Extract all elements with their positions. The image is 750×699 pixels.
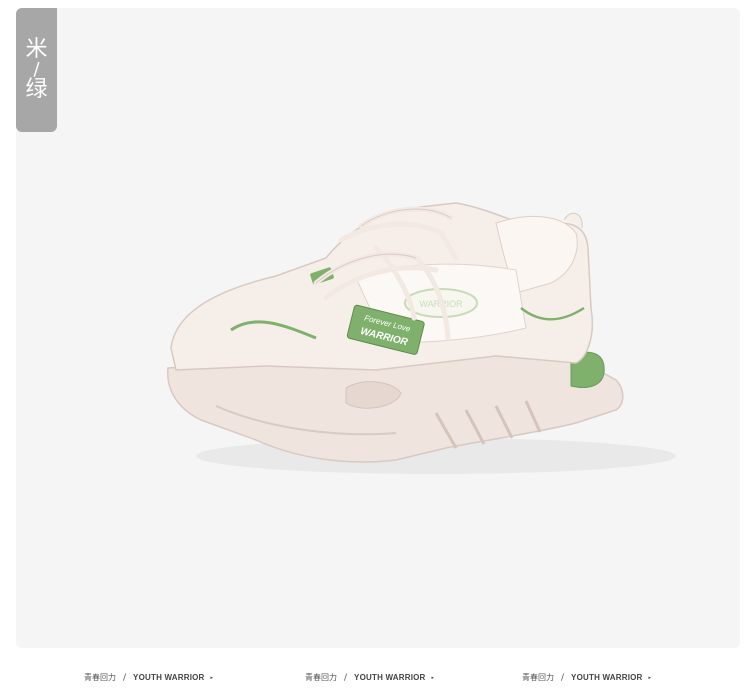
product-photo: WARRIOR Forever Love WARRIOR [16,8,740,648]
color-variant-tag: 米 / 绿 [16,8,57,132]
footer-brand-en: YOUTH WARRIOR [354,673,426,682]
brand-footer: 青春回力 / YOUTH WARRIOR ▸ 青春回力 / YOUTH WARR… [0,672,750,692]
footer-brand-cn: 青春回力 [522,673,554,682]
footer-brand-item: 青春回力 / YOUTH WARRIOR ▸ [84,672,213,683]
footer-brand-cn: 青春回力 [305,673,337,682]
footer-separator: / [123,672,127,683]
footer-brand-en: YOUTH WARRIOR [571,673,643,682]
arrow-icon: ▸ [210,674,214,681]
footer-separator: / [344,672,348,683]
arrow-icon: ▸ [648,674,652,681]
footer-brand-item: 青春回力 / YOUTH WARRIOR ▸ [305,672,434,683]
arrow-icon: ▸ [431,674,435,681]
sneaker-image: WARRIOR Forever Love WARRIOR [167,202,676,474]
color-tag-line2: 绿 [25,77,48,102]
color-tag-slash: / [33,59,40,80]
footer-separator: / [561,672,565,683]
footer-brand-item: 青春回力 / YOUTH WARRIOR ▸ [522,672,651,683]
footer-brand-en: YOUTH WARRIOR [133,673,205,682]
footer-brand-cn: 青春回力 [84,673,116,682]
